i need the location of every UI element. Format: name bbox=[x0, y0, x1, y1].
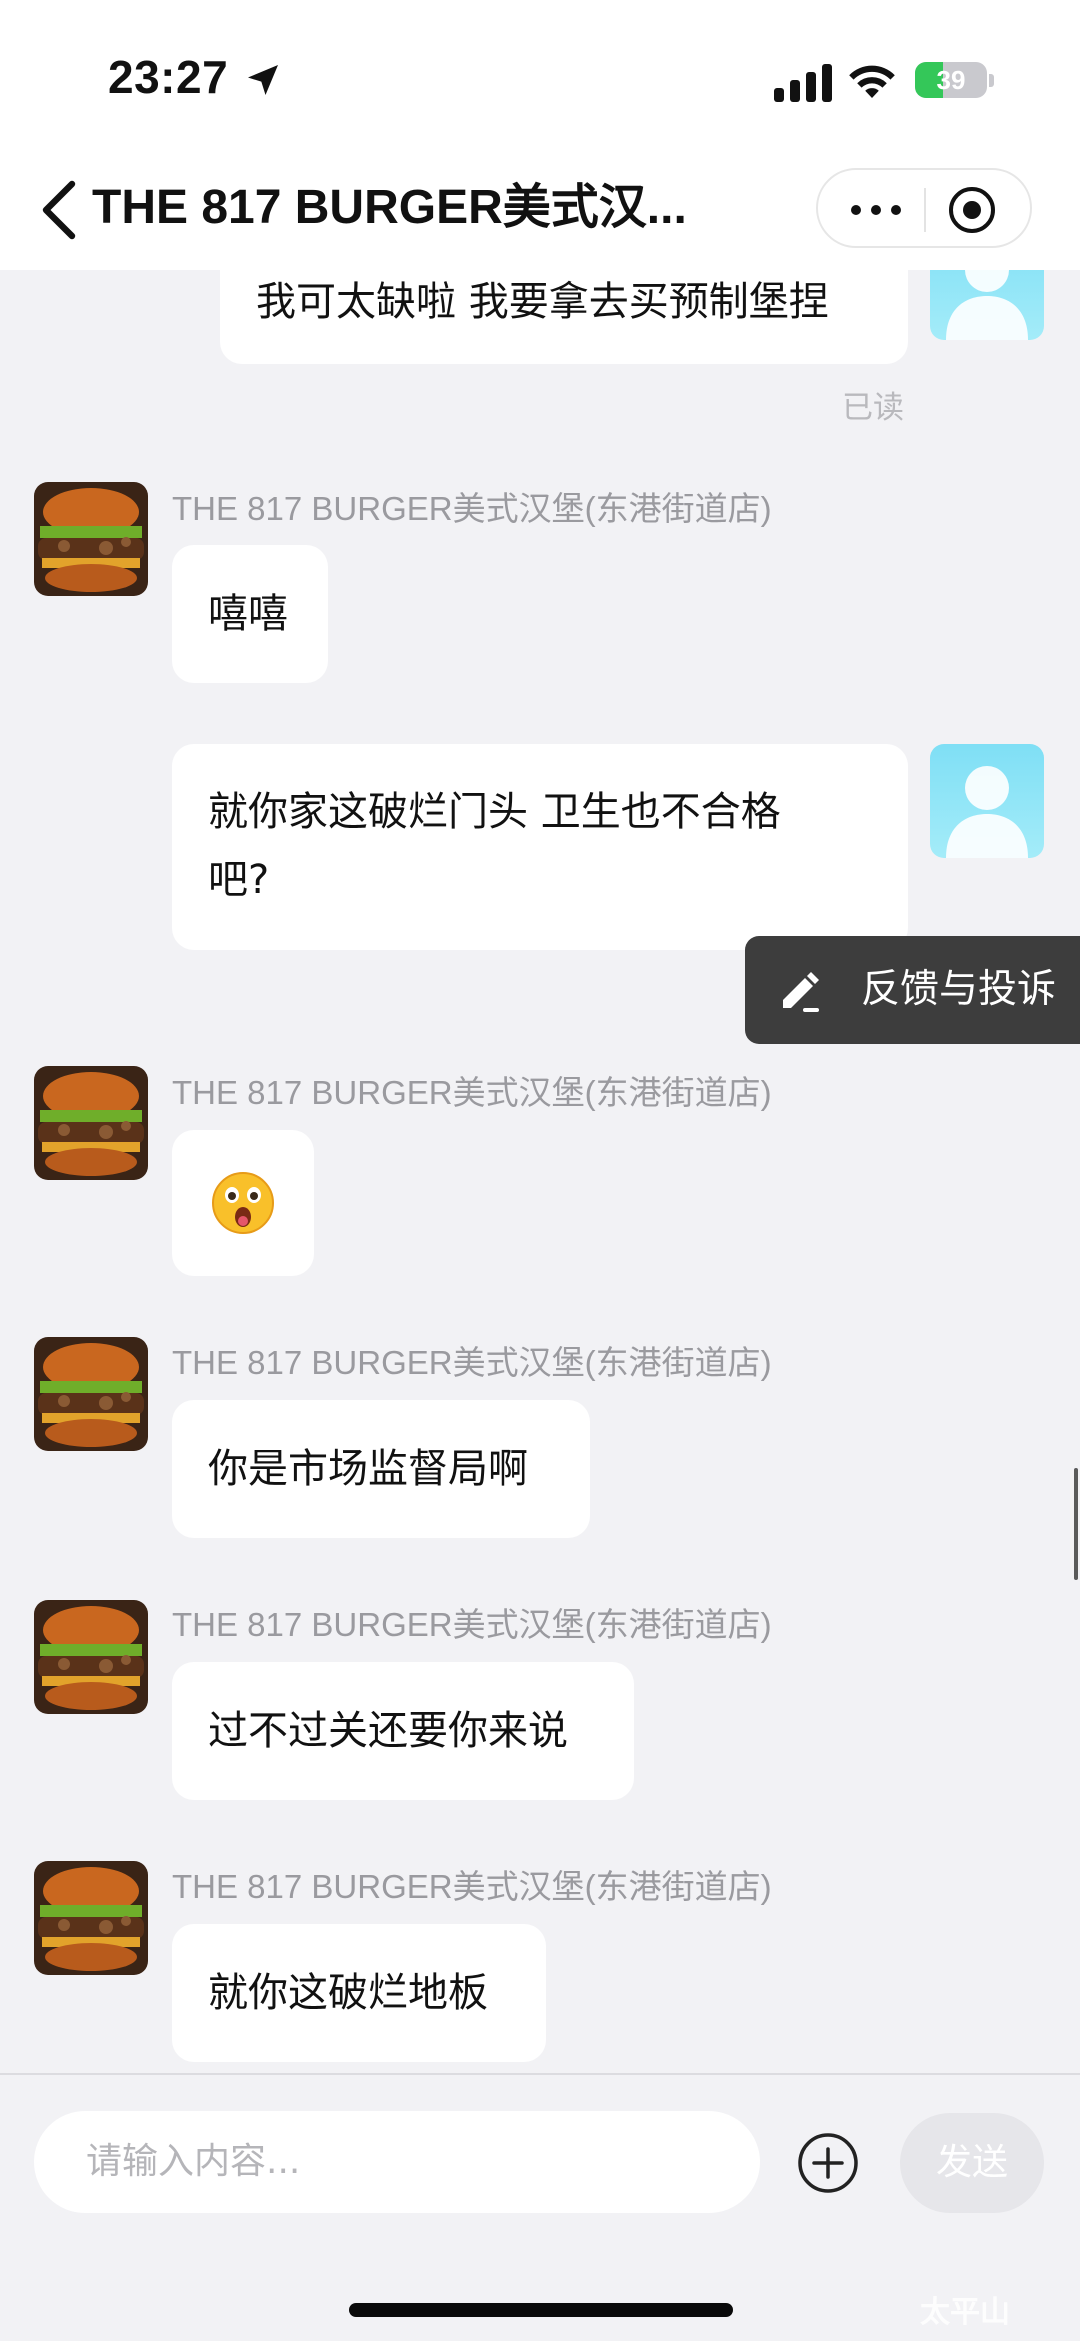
user-message-bubble: 就你家这破烂门头 卫生也不合格 吧? bbox=[172, 744, 908, 950]
capsule-divider bbox=[924, 188, 926, 232]
chat-area[interactable]: 我可太缺啦 我要拿去买预制堡捏 已读 THE 817 BURGER美式汉堡(东港… bbox=[0, 270, 1080, 2073]
shop-message-bubble: 就你这破烂地板 bbox=[172, 1924, 546, 2062]
shop-message-bubble bbox=[172, 1130, 314, 1276]
message-text: 我可太缺啦 我要拿去买预制堡捏 bbox=[256, 279, 829, 325]
scrollbar[interactable] bbox=[1074, 1468, 1078, 1580]
message-text-line: 就你家这破烂门头 卫生也不合格 bbox=[208, 789, 781, 835]
status-time: 23:27 bbox=[108, 51, 229, 103]
burger-avatar-icon bbox=[34, 1066, 148, 1180]
user-avatar-icon bbox=[946, 766, 1028, 858]
shop-message-bubble: 嘻嘻 bbox=[172, 545, 328, 683]
top-bar: 23:27 39 THE 817 BURGER美式汉... bbox=[0, 0, 1080, 270]
user-message-bubble: 我可太缺啦 我要拿去买预制堡捏 bbox=[220, 270, 908, 364]
user-avatar[interactable] bbox=[930, 744, 1044, 858]
sender-name: THE 817 BURGER美式汉堡(东港街道店) bbox=[172, 490, 772, 527]
sender-name: THE 817 BURGER美式汉堡(东港街道店) bbox=[172, 1074, 772, 1111]
message-text: 就你这破烂地板 bbox=[208, 1970, 488, 2016]
burger-avatar-icon bbox=[34, 1861, 148, 1975]
watermark: 太平山 bbox=[920, 2295, 1010, 2330]
menu-capsule bbox=[816, 168, 1032, 248]
feedback-complaint-button[interactable]: 反馈与投诉 bbox=[745, 936, 1080, 1044]
sender-name: THE 817 BURGER美式汉堡(东港街道店) bbox=[172, 1868, 772, 1905]
wifi-icon bbox=[849, 65, 895, 98]
burger-avatar-icon bbox=[34, 1600, 148, 1714]
message-input[interactable]: 请输入内容... bbox=[34, 2111, 760, 2213]
add-attachment-icon[interactable] bbox=[796, 2131, 860, 2195]
message-text: 你是市场监督局啊 bbox=[208, 1446, 528, 1492]
battery-cap bbox=[989, 74, 994, 87]
user-avatar-icon bbox=[946, 270, 1028, 340]
shop-message-bubble: 你是市场监督局啊 bbox=[172, 1400, 590, 1538]
sender-name: THE 817 BURGER美式汉堡(东港街道店) bbox=[172, 1344, 772, 1381]
cellular-signal-icon bbox=[774, 64, 832, 102]
chat-title: THE 817 BURGER美式汉... bbox=[92, 181, 687, 234]
astonished-emoji-icon bbox=[212, 1172, 274, 1234]
back-icon[interactable] bbox=[40, 180, 80, 240]
burger-avatar-icon bbox=[34, 482, 148, 596]
more-icon[interactable] bbox=[848, 198, 904, 222]
edit-pen-icon bbox=[783, 972, 819, 1012]
message-text: 过不过关还要你来说 bbox=[208, 1708, 568, 1754]
shop-message-bubble: 过不过关还要你来说 bbox=[172, 1662, 634, 1800]
read-status: 已读 bbox=[842, 390, 904, 426]
message-text: 嘻嘻 bbox=[208, 591, 288, 637]
feedback-label: 反馈与投诉 bbox=[861, 967, 1057, 1012]
location-arrow-icon bbox=[248, 65, 278, 95]
sender-name: THE 817 BURGER美式汉堡(东港街道店) bbox=[172, 1606, 772, 1643]
battery-percent: 39 bbox=[936, 65, 966, 95]
burger-avatar-icon bbox=[34, 1337, 148, 1451]
shop-avatar[interactable] bbox=[34, 1337, 148, 1451]
user-avatar[interactable] bbox=[930, 270, 1044, 340]
input-placeholder: 请输入内容... bbox=[86, 2141, 301, 2182]
message-text-line: 吧? bbox=[208, 857, 270, 903]
input-bar: 请输入内容... 发送 太平山 bbox=[0, 2073, 1080, 2341]
home-indicator[interactable] bbox=[349, 2303, 733, 2317]
shop-avatar[interactable] bbox=[34, 1861, 148, 1975]
send-button[interactable]: 发送 bbox=[900, 2113, 1044, 2213]
shop-avatar[interactable] bbox=[34, 482, 148, 596]
shop-avatar[interactable] bbox=[34, 1600, 148, 1714]
shop-avatar[interactable] bbox=[34, 1066, 148, 1180]
battery-indicator: 39 bbox=[915, 62, 987, 98]
close-target-icon[interactable] bbox=[946, 184, 998, 236]
